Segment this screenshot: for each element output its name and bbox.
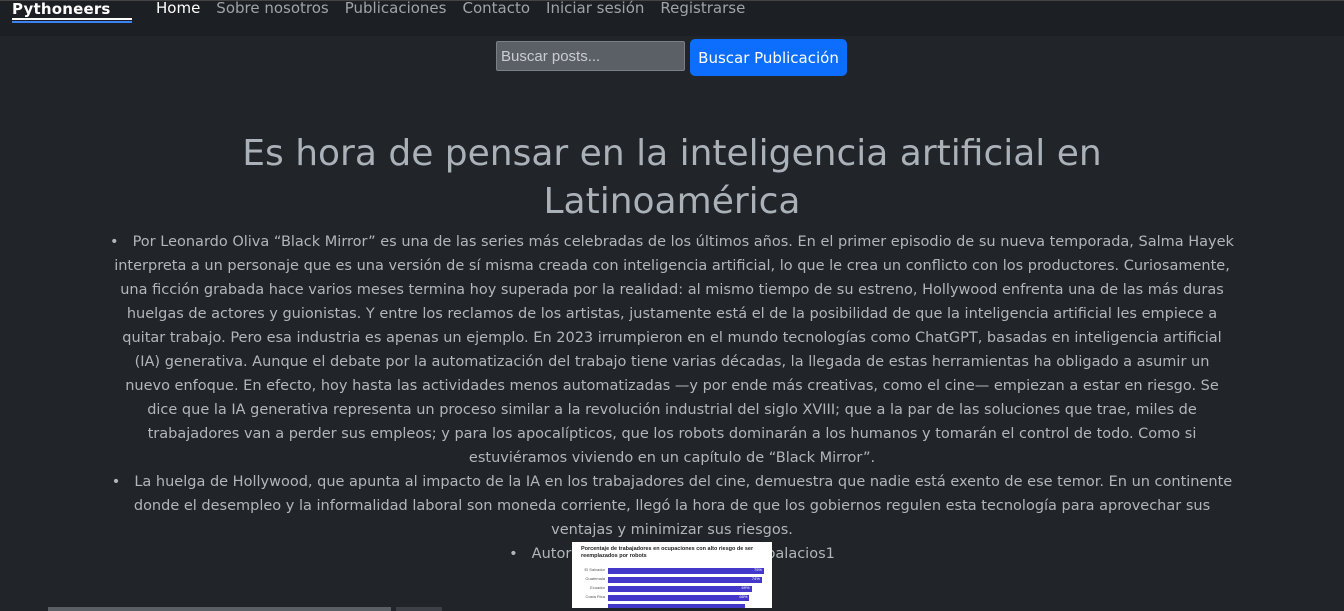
bottom-scroll-element: [396, 607, 442, 611]
post-paragraph: La huelga de Hollywood, que apunta al im…: [110, 470, 1234, 542]
post-image-row: Guatemala 74%: [572, 576, 772, 583]
brand-name[interactable]: Pythoneers: [12, 0, 111, 18]
post-image-row: [572, 604, 772, 608]
nav-link-contacto[interactable]: Contacto: [462, 0, 530, 17]
post-image-bar-value: 68%: [739, 594, 748, 599]
navbar: Pythoneers Home Sobre nosotros Publicaci…: [0, 0, 1344, 36]
post-content: Por Leonardo Oliva “Black Mirror” es una…: [110, 230, 1234, 566]
post-image-bar-value: 75%: [753, 567, 762, 572]
nav-link-iniciar-sesion[interactable]: Iniciar sesión: [546, 0, 644, 17]
bottom-scroll-element: [48, 607, 391, 611]
search-button[interactable]: Buscar Publicación: [690, 39, 847, 76]
post-image-title: Porcentaje de trabajadores en ocupacione…: [581, 546, 754, 559]
post-image-row-label: Guatemala: [585, 576, 605, 581]
post-image-row: El Salvador 75%: [572, 567, 772, 574]
nav-link-publicaciones[interactable]: Publicaciones: [345, 0, 447, 17]
post-image-bar: 75%: [608, 567, 764, 574]
post-image-bar: [608, 604, 746, 608]
brand-underline-accent: [12, 21, 132, 23]
post-image-bar-value: 74%: [751, 576, 760, 581]
post-paragraph: Por Leonardo Oliva “Black Mirror” es una…: [110, 230, 1234, 470]
nav-links: Home Sobre nosotros Publicaciones Contac…: [156, 0, 745, 17]
nav-link-home[interactable]: Home: [156, 0, 200, 17]
post-image-row-label: Costa Rica: [585, 594, 605, 599]
post-image-row-label: Ecuador: [590, 585, 605, 590]
post-image-bar: 69%: [608, 585, 752, 592]
nav-link-registrarse[interactable]: Registrarse: [660, 0, 745, 17]
brand-underline: [12, 18, 132, 20]
post-image-row: Costa Rica 68%: [572, 594, 772, 601]
search-input[interactable]: [496, 41, 685, 71]
post-title: Es hora de pensar en la inteligencia art…: [242, 133, 1102, 222]
post-image-bar: 74%: [608, 576, 762, 583]
post-image-row: Ecuador 69%: [572, 585, 772, 592]
nav-link-sobre-nosotros[interactable]: Sobre nosotros: [216, 0, 328, 17]
post-image-row-label: El Salvador: [584, 567, 605, 572]
post-image: Porcentaje de trabajadores en ocupacione…: [572, 542, 772, 608]
post-image-bar-value: 69%: [741, 585, 750, 590]
brand-logo[interactable]: Pythoneers: [12, 0, 132, 23]
post-image-bar: 68%: [608, 594, 750, 601]
